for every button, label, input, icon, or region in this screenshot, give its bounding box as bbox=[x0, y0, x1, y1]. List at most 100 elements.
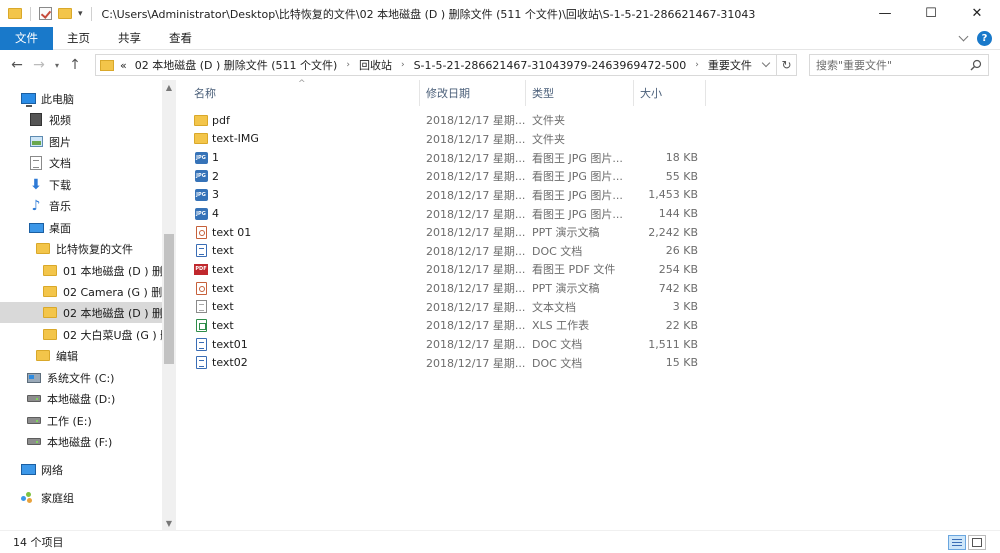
nav-item-label: 系统文件 (C:) bbox=[47, 371, 115, 385]
nav-item-desktop[interactable]: 桌面 bbox=[0, 217, 162, 238]
divider bbox=[90, 6, 92, 21]
nav-item-this-pc[interactable]: 此电脑 bbox=[0, 88, 162, 109]
file-size: 3 KB bbox=[672, 300, 698, 314]
file-name: 2 bbox=[212, 169, 219, 183]
file-name-cell: text02 bbox=[194, 356, 248, 370]
nav-item-drive-c[interactable]: 系统文件 (C:) bbox=[0, 367, 162, 388]
refresh-icon[interactable]: ↻ bbox=[776, 55, 796, 75]
file-row[interactable]: text02 2018/12/17 星期... DOC 文档 15 KB bbox=[190, 353, 710, 372]
breadcrumb-overflow[interactable]: « bbox=[120, 59, 127, 72]
column-header-type[interactable]: 类型 bbox=[528, 80, 634, 106]
close-button[interactable]: ✕ bbox=[954, 0, 1000, 27]
large-icons-view-button[interactable] bbox=[968, 535, 986, 550]
properties-icon[interactable] bbox=[39, 7, 52, 20]
scrollbar-thumb[interactable] bbox=[164, 234, 174, 364]
maximize-button[interactable]: ☐ bbox=[908, 0, 954, 27]
music-icon: ♪ bbox=[31, 197, 41, 214]
homegroup-icon bbox=[20, 491, 36, 504]
nav-item-label: 视频 bbox=[49, 113, 71, 127]
nav-item-pictures[interactable]: 图片 bbox=[0, 131, 162, 152]
column-header-size[interactable]: 大小 bbox=[636, 80, 706, 106]
file-row[interactable]: text 2018/12/17 星期... PPT 演示文稿 742 KB bbox=[190, 279, 710, 298]
nav-item-videos[interactable]: 视频 bbox=[0, 109, 162, 130]
file-row[interactable]: JPG 1 2018/12/17 星期... 看图王 JPG 图片... 18 KB bbox=[190, 148, 710, 167]
breadcrumb-separator[interactable]: › bbox=[695, 60, 699, 70]
new-folder-icon[interactable] bbox=[58, 8, 72, 19]
tab-view[interactable]: 查看 bbox=[155, 27, 206, 50]
up-arrow-icon[interactable]: ↑ bbox=[64, 54, 86, 76]
nav-item-recovered-files[interactable]: 比特恢复的文件 bbox=[0, 238, 162, 259]
nav-item-drive-d[interactable]: 本地磁盘 (D:) bbox=[0, 388, 162, 409]
breadcrumb-item[interactable]: 02 本地磁盘 (D ) 删除文件 (511 个文件) bbox=[135, 57, 338, 73]
file-date: 2018/12/17 星期... bbox=[426, 319, 526, 333]
search-box[interactable] bbox=[809, 54, 989, 76]
file-size: 55 KB bbox=[665, 169, 698, 183]
breadcrumb-item[interactable]: S-1-5-21-286621467-31043979-2463969472-5… bbox=[414, 59, 687, 72]
file-row[interactable]: JPG 4 2018/12/17 星期... 看图王 JPG 图片... 144 KB bbox=[190, 204, 710, 223]
file-row[interactable]: JPG 3 2018/12/17 星期... 看图王 JPG 图片... 1,453 K… bbox=[190, 186, 710, 205]
nav-item-drive-e[interactable]: 工作 (E:) bbox=[0, 410, 162, 431]
file-row[interactable]: PDF text 2018/12/17 星期... 看图王 PDF 文件 254 KB bbox=[190, 260, 710, 279]
forward-arrow-icon[interactable]: → bbox=[28, 54, 50, 76]
file-size: 1,453 KB bbox=[648, 188, 698, 202]
tab-file[interactable]: 文件 bbox=[0, 26, 53, 50]
folder-icon bbox=[100, 59, 114, 71]
scroll-down-icon[interactable]: ▼ bbox=[162, 516, 176, 530]
jpg-image-icon: JPG bbox=[194, 170, 208, 183]
nav-item-folder[interactable]: 01 本地磁盘 (D ) 删除 bbox=[0, 260, 162, 281]
expand-ribbon-icon[interactable] bbox=[958, 31, 969, 42]
tab-home[interactable]: 主页 bbox=[53, 27, 104, 50]
file-row[interactable]: text 2018/12/17 星期... DOC 文档 26 KB bbox=[190, 242, 710, 261]
column-header-name[interactable]: 名称 bbox=[190, 80, 420, 106]
nav-item-folder[interactable]: 02 大白菜U盘 (G ) 删 bbox=[0, 324, 162, 345]
document-icon bbox=[30, 155, 42, 170]
file-row[interactable]: pdf 2018/12/17 星期... 文件夹 bbox=[190, 111, 710, 130]
minimize-button[interactable]: — bbox=[862, 0, 908, 27]
file-name: text bbox=[212, 244, 234, 258]
back-arrow-icon[interactable]: ← bbox=[6, 54, 28, 76]
doc-file-icon bbox=[195, 244, 207, 258]
nav-item-documents[interactable]: 文档 bbox=[0, 152, 162, 173]
folder-icon bbox=[43, 307, 57, 318]
customize-toolbar-icon[interactable]: ▾ bbox=[78, 9, 83, 19]
file-date: 2018/12/17 星期... bbox=[426, 132, 526, 146]
breadcrumb-item[interactable]: 回收站 bbox=[359, 57, 392, 73]
navigation-scrollbar[interactable]: ▲ ▼ bbox=[162, 80, 176, 530]
recent-locations-icon[interactable]: ▾ bbox=[50, 61, 64, 70]
file-row[interactable]: text 2018/12/17 星期... 文本文档 3 KB bbox=[190, 298, 710, 317]
breadcrumb-separator[interactable]: › bbox=[401, 60, 405, 70]
divider bbox=[30, 6, 31, 21]
folder-icon[interactable] bbox=[8, 8, 22, 19]
nav-item-network[interactable]: 网络 bbox=[0, 459, 162, 480]
file-row[interactable]: text 01 2018/12/17 星期... PPT 演示文稿 2,242 KB bbox=[190, 223, 710, 242]
nav-item-music[interactable]: ♪ 音乐 bbox=[0, 195, 162, 216]
nav-item-label: 02 Camera (G ) 删除 bbox=[63, 285, 162, 299]
file-row[interactable]: text-IMG 2018/12/17 星期... 文件夹 bbox=[190, 130, 710, 149]
search-icon[interactable] bbox=[970, 59, 982, 71]
folder-icon bbox=[43, 286, 57, 297]
breadcrumb-item[interactable]: 重要文件 bbox=[708, 57, 752, 73]
doc-file-icon bbox=[195, 356, 207, 370]
breadcrumb-separator[interactable]: › bbox=[346, 60, 350, 70]
nav-item-folder[interactable]: 02 Camera (G ) 删除 bbox=[0, 281, 162, 302]
column-header-date[interactable]: 修改日期 bbox=[422, 80, 526, 106]
nav-item-edit[interactable]: 编辑 bbox=[0, 345, 162, 366]
file-row[interactable]: text01 2018/12/17 星期... DOC 文档 1,511 KB bbox=[190, 335, 710, 354]
scroll-up-icon[interactable]: ▲ bbox=[162, 80, 176, 94]
address-bar[interactable]: « 02 本地磁盘 (D ) 删除文件 (511 个文件) › 回收站 › S-… bbox=[95, 54, 797, 76]
tab-share[interactable]: 共享 bbox=[104, 27, 155, 50]
nav-item-folder-selected[interactable]: 02 本地磁盘 (D ) 删除 bbox=[0, 302, 162, 323]
file-type: 文件夹 bbox=[532, 132, 565, 146]
search-input[interactable] bbox=[816, 58, 966, 72]
file-row[interactable]: text 2018/12/17 星期... XLS 工作表 22 KB bbox=[190, 316, 710, 335]
file-size: 2,242 KB bbox=[648, 225, 698, 239]
nav-item-homegroup[interactable]: 家庭组 bbox=[0, 487, 162, 508]
address-dropdown[interactable] bbox=[758, 55, 774, 75]
window-controls: — ☐ ✕ bbox=[862, 0, 1000, 27]
file-row[interactable]: JPG 2 2018/12/17 星期... 看图王 JPG 图片... 55 KB bbox=[190, 167, 710, 186]
details-view-button[interactable] bbox=[948, 535, 966, 550]
nav-item-drive-f[interactable]: 本地磁盘 (F:) bbox=[0, 431, 162, 452]
file-date: 2018/12/17 星期... bbox=[426, 207, 526, 221]
help-icon[interactable]: ? bbox=[977, 31, 992, 46]
nav-item-downloads[interactable]: ⬇ 下载 bbox=[0, 174, 162, 195]
